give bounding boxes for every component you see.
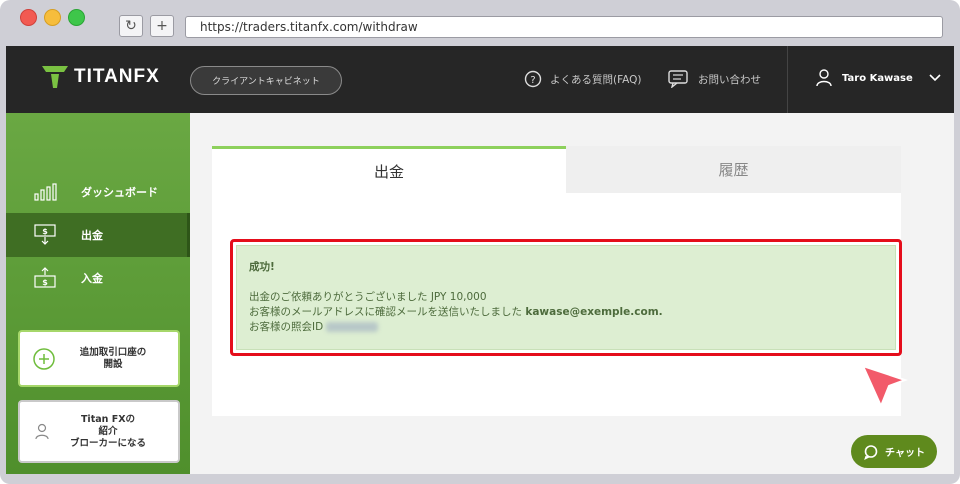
maximize-window-button[interactable] xyxy=(68,9,85,26)
withdraw-icon: $ xyxy=(33,224,57,246)
svg-text:?: ? xyxy=(530,75,535,86)
referral-line3: ブローカーになる xyxy=(69,437,146,449)
alert-email: kawase@exemple.com. xyxy=(525,306,663,318)
chat-bubble-icon xyxy=(668,70,690,88)
referral-line1: Titan FXの xyxy=(80,413,136,425)
cursor-arrow-icon xyxy=(861,364,908,408)
tab-history[interactable]: 履歴 xyxy=(566,146,901,193)
tab-withdraw[interactable]: 出金 xyxy=(212,146,566,193)
add-account-button[interactable]: 追加取引口座の 開設 xyxy=(18,330,180,387)
alert-reference-label: お客様の照会ID xyxy=(249,321,324,333)
question-icon: ? xyxy=(524,70,542,88)
add-account-line2: 開設 xyxy=(103,358,123,370)
plus-circle-icon xyxy=(32,347,56,371)
deposit-icon: $ xyxy=(33,267,57,289)
address-bar[interactable]: https://traders.titanfx.com/withdraw xyxy=(185,16,943,38)
reload-icon[interactable]: ↻ xyxy=(119,15,143,37)
user-icon xyxy=(816,69,832,87)
browser-window: ↻ + https://traders.titanfx.com/withdraw… xyxy=(0,0,960,484)
sidebar-item-label: 出金 xyxy=(81,229,103,242)
alert-email-line: お客様のメールアドレスに確認メールを送信いたしました kawase@exempl… xyxy=(249,305,883,320)
sidebar-item-deposit[interactable]: $ 入金 xyxy=(6,256,190,300)
page-viewport: TITANFX クライアントキャビネット ? よくある質問(FAQ) お問い合わ… xyxy=(6,46,954,474)
bar-chart-icon xyxy=(33,183,57,201)
sidebar-item-dashboard[interactable]: ダッシュボード xyxy=(6,170,190,214)
alert-email-prefix: お客様のメールアドレスに確認メールを送信いたしました xyxy=(249,306,526,318)
sidebar-item-label: 入金 xyxy=(81,272,103,285)
alert-amount-line: 出金のご依頼ありがとうございました JPY 10,000 xyxy=(249,291,487,303)
titanfx-logo[interactable]: TITANFX xyxy=(42,66,160,88)
close-window-button[interactable] xyxy=(20,9,37,26)
redacted-reference-id xyxy=(326,322,379,332)
user-name: Taro Kawase xyxy=(842,72,913,84)
browser-chrome: ↻ + https://traders.titanfx.com/withdraw xyxy=(0,0,960,46)
add-account-line1: 追加取引口座の xyxy=(79,346,147,358)
contact-link[interactable]: お問い合わせ xyxy=(668,70,761,88)
top-header: TITANFX クライアントキャビネット ? よくある質問(FAQ) お問い合わ… xyxy=(6,46,954,113)
referral-broker-button[interactable]: Titan FXの 紹介 ブローカーになる xyxy=(18,400,180,463)
alert-reference-line: お客様の照会ID xyxy=(249,320,883,335)
faq-label: よくある質問(FAQ) xyxy=(550,73,642,86)
header-divider xyxy=(787,46,788,113)
chat-button[interactable]: チャット xyxy=(851,435,937,468)
sidebar: ダッシュボード $ 出金 $ 入金 追加取引口座の 開設 Titan FXの 紹… xyxy=(6,113,190,474)
logo-text: TITANFX xyxy=(74,66,160,87)
new-tab-icon[interactable]: + xyxy=(150,15,174,37)
faq-link[interactable]: ? よくある質問(FAQ) xyxy=(524,70,642,88)
success-alert-highlight: 成功! 出金のご依頼ありがとうございました JPY 10,000 お客様のメール… xyxy=(230,239,902,356)
chat-label: チャット xyxy=(885,448,925,459)
chat-icon xyxy=(863,444,879,460)
svg-text:$: $ xyxy=(42,227,48,236)
chevron-down-icon xyxy=(929,74,941,82)
referral-line2: 紹介 xyxy=(98,425,118,437)
client-cabinet-button[interactable]: クライアントキャビネット xyxy=(190,66,342,95)
user-menu[interactable]: Taro Kawase xyxy=(816,69,941,87)
sidebar-item-withdraw[interactable]: $ 出金 xyxy=(6,213,190,257)
contact-label: お問い合わせ xyxy=(698,73,761,86)
minimize-window-button[interactable] xyxy=(44,9,61,26)
svg-text:$: $ xyxy=(42,278,48,287)
success-alert: 成功! 出金のご依頼ありがとうございました JPY 10,000 お客様のメール… xyxy=(236,245,896,350)
alert-title: 成功! xyxy=(249,261,275,273)
person-icon xyxy=(34,423,50,441)
sidebar-item-label: ダッシュボード xyxy=(81,186,158,199)
titan-logo-icon xyxy=(42,66,68,88)
